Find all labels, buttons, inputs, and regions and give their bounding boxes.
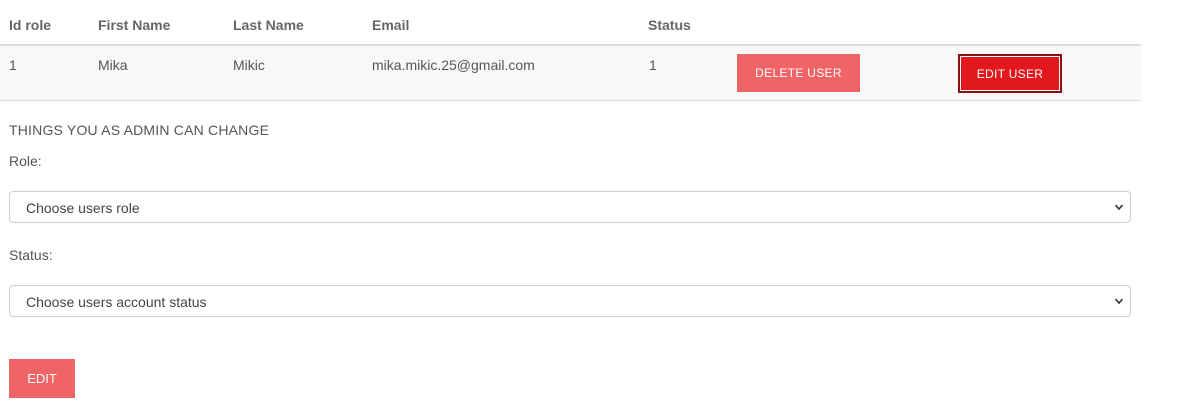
- chevron-down-icon: [1114, 298, 1124, 305]
- header-last-name: Last Name: [233, 17, 304, 33]
- status-select[interactable]: Choose users account status: [9, 285, 1131, 317]
- edit-user-button[interactable]: EDIT USER: [958, 54, 1062, 93]
- table-row: 1 Mika Mikic mika.mikic.25@gmail.com 1 D…: [0, 46, 1141, 101]
- role-select[interactable]: Choose users role: [9, 191, 1131, 223]
- users-table: Id role First Name Last Name Email Statu…: [0, 0, 1141, 101]
- chevron-down-icon: [1114, 204, 1124, 211]
- cell-id-role: 1: [9, 57, 17, 73]
- delete-user-button[interactable]: DELETE USER: [737, 54, 860, 92]
- admin-section-title: THINGS YOU AS ADMIN CAN CHANGE: [9, 122, 270, 138]
- header-email: Email: [372, 17, 410, 33]
- header-status: Status: [648, 17, 691, 33]
- status-label: Status:: [9, 247, 53, 263]
- status-select-value: Choose users account status: [26, 294, 207, 310]
- role-label: Role:: [9, 153, 42, 169]
- cell-first-name: Mika: [98, 57, 128, 73]
- role-select-value: Choose users role: [26, 200, 140, 216]
- edit-submit-button[interactable]: EDIT: [9, 359, 75, 398]
- table-header: Id role First Name Last Name Email Statu…: [0, 0, 1141, 46]
- header-id-role: Id role: [9, 17, 52, 33]
- cell-email: mika.mikic.25@gmail.com: [372, 57, 535, 73]
- header-first-name: First Name: [98, 17, 171, 33]
- cell-last-name: Mikic: [233, 57, 265, 73]
- cell-status: 1: [649, 57, 657, 73]
